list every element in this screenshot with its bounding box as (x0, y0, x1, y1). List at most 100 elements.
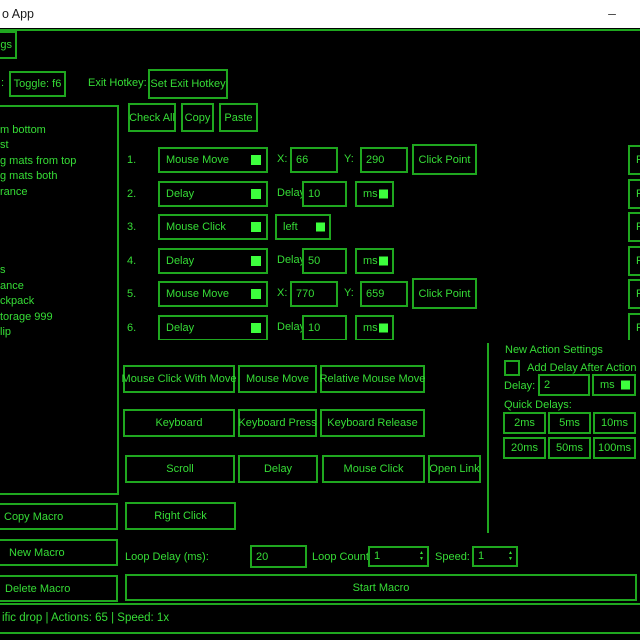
add-keyboard-release-button[interactable]: Keyboard Release (320, 409, 425, 437)
button-label: Delay (264, 463, 292, 475)
delay-input[interactable] (302, 248, 347, 274)
click-point-button[interactable]: Click Point (412, 144, 477, 175)
delete-macro-button[interactable]: Delete Macro (0, 575, 118, 602)
list-item[interactable]: g mats from top (0, 154, 117, 170)
new-action-unit-dropdown[interactable]: ms (592, 374, 636, 396)
copy-macro-button[interactable]: Copy Macro (0, 503, 118, 530)
dropdown-indicator-icon (251, 155, 261, 165)
remove-row-button[interactable]: R (628, 145, 640, 175)
list-item[interactable]: lip (0, 325, 117, 341)
action-type-dropdown[interactable]: Mouse Click (158, 214, 268, 240)
y-label: Y: (344, 287, 354, 299)
unit-dropdown[interactable]: ms (355, 181, 394, 207)
delay-label: Delay (277, 187, 305, 199)
action-type-value: Delay (166, 322, 194, 334)
loop-count-stepper[interactable]: 1 ▲▼ (368, 546, 429, 567)
delay-label: Delay (277, 321, 305, 333)
set-exit-hotkey-label: Set Exit Hotkey (150, 78, 225, 90)
remove-label: R (636, 188, 640, 200)
mouse-button-dropdown[interactable]: left (275, 214, 331, 240)
set-exit-hotkey-button[interactable]: Set Exit Hotkey (148, 69, 228, 99)
add-mouse-click-with-move-button[interactable]: Mouse Click With Move (123, 365, 235, 393)
loop-delay-input[interactable] (250, 545, 307, 568)
add-mouse-move-button[interactable]: Mouse Move (238, 365, 317, 393)
list-item[interactable]: torage 999 (0, 310, 117, 326)
dropdown-indicator-icon (251, 323, 261, 333)
remove-row-button[interactable]: R (628, 246, 640, 276)
toggle-hotkey-button[interactable]: Toggle: f6 (9, 71, 66, 97)
tab-settings[interactable]: gs (0, 31, 17, 59)
row-number: 3. (127, 214, 136, 240)
unit-dropdown[interactable]: ms (355, 248, 394, 274)
quick-delay-50ms-button[interactable]: 50ms (548, 437, 591, 459)
remove-row-button[interactable]: R (628, 313, 640, 340)
list-item[interactable] (0, 201, 117, 217)
remove-row-button[interactable]: R (628, 279, 640, 309)
start-macro-button[interactable]: Start Macro (125, 574, 637, 601)
quick-delay-2ms-button[interactable]: 2ms (503, 412, 546, 434)
list-item[interactable]: st (0, 138, 117, 154)
row-number: 5. (127, 281, 136, 307)
delay-input[interactable] (302, 181, 347, 207)
remove-label: R (636, 154, 640, 166)
action-type-value: Mouse Move (166, 154, 229, 166)
macro-listbox[interactable]: m bottom st g mats from top g mats both … (0, 105, 119, 495)
stepper-arrows-icon[interactable]: ▲▼ (508, 548, 513, 565)
menu-divider (0, 29, 640, 31)
action-type-dropdown[interactable]: Mouse Move (158, 281, 268, 307)
remove-row-button[interactable]: R (628, 212, 640, 242)
y-input[interactable] (360, 281, 408, 307)
delay-label: Delay (277, 254, 305, 266)
action-type-dropdown[interactable]: Mouse Move (158, 147, 268, 173)
x-input[interactable] (290, 147, 338, 173)
unit-dropdown[interactable]: ms (355, 315, 394, 340)
quick-delay-5ms-button[interactable]: 5ms (548, 412, 591, 434)
add-open-link-button[interactable]: Open Link (428, 455, 481, 483)
minimize-icon[interactable]: – (598, 0, 626, 28)
delay-input[interactable] (302, 315, 347, 340)
list-item[interactable]: ckpack (0, 294, 117, 310)
button-label: 10ms (601, 417, 628, 429)
add-delay-after-action-checkbox[interactable] (504, 360, 520, 376)
add-delay-button[interactable]: Delay (238, 455, 318, 483)
quick-delay-20ms-button[interactable]: 20ms (503, 437, 546, 459)
list-item[interactable]: g mats both (0, 169, 117, 185)
list-item[interactable] (0, 216, 117, 232)
loop-count-label: Loop Count: (312, 551, 372, 563)
y-label: Y: (344, 153, 354, 165)
paste-button[interactable]: Paste (219, 103, 258, 132)
x-label: X: (277, 287, 287, 299)
start-macro-label: Start Macro (353, 582, 410, 594)
add-relative-mouse-move-button[interactable]: Relative Mouse Move (320, 365, 425, 393)
add-right-click-button[interactable]: Right Click (125, 502, 236, 530)
copy-button[interactable]: Copy (181, 103, 214, 132)
new-macro-button[interactable]: New Macro (0, 539, 118, 566)
remove-row-button[interactable]: R (628, 179, 640, 209)
quick-delay-10ms-button[interactable]: 10ms (593, 412, 636, 434)
list-item[interactable] (0, 107, 117, 123)
list-item[interactable]: s (0, 263, 117, 279)
action-type-dropdown[interactable]: Delay (158, 315, 268, 340)
action-type-dropdown[interactable]: Delay (158, 248, 268, 274)
stepper-arrows-icon[interactable]: ▲▼ (419, 548, 424, 565)
add-scroll-button[interactable]: Scroll (125, 455, 235, 483)
add-keyboard-press-button[interactable]: Keyboard Press (238, 409, 317, 437)
quick-delay-100ms-button[interactable]: 100ms (593, 437, 636, 459)
check-all-button[interactable]: Check All (128, 103, 176, 132)
x-input[interactable] (290, 281, 338, 307)
remove-label: R (636, 288, 640, 300)
list-item[interactable] (0, 247, 117, 263)
click-point-button[interactable]: Click Point (412, 278, 477, 309)
action-type-dropdown[interactable]: Delay (158, 181, 268, 207)
add-mouse-click-button[interactable]: Mouse Click (322, 455, 425, 483)
list-item[interactable]: m bottom (0, 123, 117, 139)
y-input[interactable] (360, 147, 408, 173)
speed-stepper[interactable]: 1 ▲▼ (472, 546, 518, 567)
list-item[interactable] (0, 232, 117, 248)
button-label: Mouse Click With Move (122, 373, 237, 385)
new-action-delay-input[interactable] (538, 374, 590, 396)
add-keyboard-button[interactable]: Keyboard (123, 409, 235, 437)
dropdown-indicator-icon (251, 256, 261, 266)
list-item[interactable]: ance (0, 279, 117, 295)
list-item[interactable]: rance (0, 185, 117, 201)
